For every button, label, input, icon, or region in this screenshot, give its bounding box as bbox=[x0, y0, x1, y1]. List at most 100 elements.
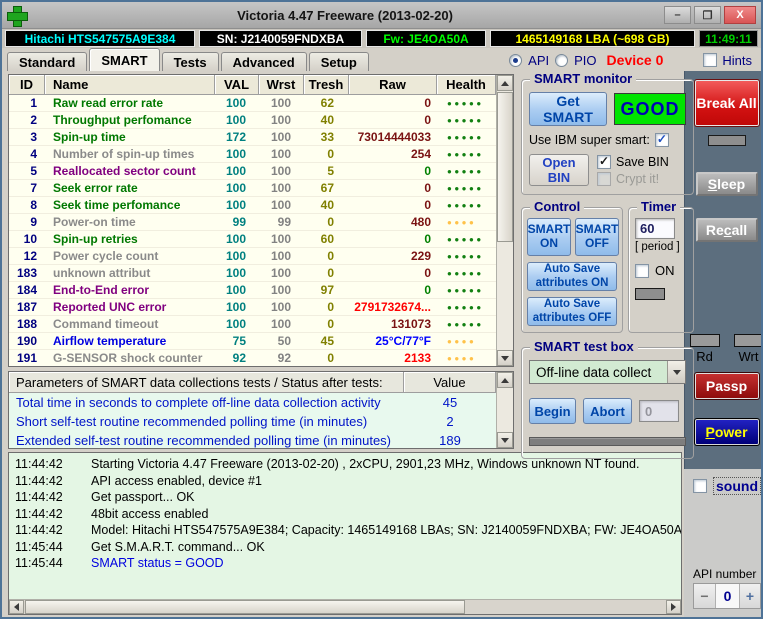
hints-checkbox[interactable] bbox=[703, 53, 718, 67]
minimize-button[interactable]: – bbox=[664, 6, 691, 24]
autosave-on-button[interactable]: Auto Save attributes ON bbox=[527, 262, 617, 291]
param-value: 45 bbox=[442, 395, 458, 410]
column-header-tresh[interactable]: Tresh bbox=[304, 75, 349, 95]
close-button[interactable]: X bbox=[724, 6, 756, 24]
api-number-increment-button[interactable]: + bbox=[739, 584, 760, 608]
smart-table-row[interactable]: 4 Number of spin-up times 100 100 0 254 … bbox=[9, 146, 496, 163]
title-bar[interactable]: Victoria 4.47 Freeware (2013-02-20) – ❐ … bbox=[2, 2, 761, 29]
cell-health-dots: ●●●●● bbox=[447, 166, 484, 176]
smart-table-row[interactable]: 188 Command timeout 100 100 0 131073 ●●●… bbox=[9, 316, 496, 333]
write-indicator bbox=[733, 334, 761, 347]
log-horizontal-scrollbar[interactable] bbox=[9, 599, 681, 614]
cell-raw: 0 bbox=[424, 232, 431, 246]
smart-table-row[interactable]: 2 Throughput perfomance 100 100 40 0 ●●●… bbox=[9, 112, 496, 129]
column-header-wrst[interactable]: Wrst bbox=[259, 75, 304, 95]
smart-table-row[interactable]: 187 Reported UNC error 100 100 0 2791732… bbox=[9, 299, 496, 316]
autosave-off-button[interactable]: Auto Save attributes OFF bbox=[527, 297, 617, 326]
smart-table-row[interactable]: 7 Seek error rate 100 100 67 0 ●●●●● bbox=[9, 180, 496, 197]
scroll-left-icon bbox=[14, 603, 19, 611]
cell-tresh: 0 bbox=[327, 249, 334, 263]
tab-setup[interactable]: Setup bbox=[308, 52, 369, 71]
power-button[interactable]: Power bbox=[693, 418, 760, 446]
smart-off-button[interactable]: SMART OFF bbox=[575, 218, 619, 256]
column-header-id[interactable]: ID bbox=[9, 75, 45, 95]
drive-firmware: Fw: JE4OA50A bbox=[366, 30, 486, 47]
scroll-right-button[interactable] bbox=[666, 600, 681, 614]
scroll-down-button[interactable] bbox=[497, 350, 513, 366]
cell-wrst: 100 bbox=[270, 266, 291, 280]
cell-raw: 0 bbox=[424, 266, 431, 280]
cell-val: 99 bbox=[232, 215, 246, 229]
sound-checkbox[interactable] bbox=[693, 479, 707, 493]
scroll-down-button[interactable] bbox=[497, 432, 513, 448]
smart-table-row[interactable]: 5 Reallocated sector count 100 100 5 0 ●… bbox=[9, 163, 496, 180]
cell-val: 100 bbox=[225, 198, 246, 212]
tab-standard[interactable]: Standard bbox=[7, 52, 88, 71]
log-time: 11:45:44 bbox=[15, 539, 63, 554]
cell-wrst: 100 bbox=[270, 232, 291, 246]
get-smart-button[interactable]: Get SMART bbox=[529, 92, 607, 126]
use-ibm-checkbox[interactable] bbox=[654, 133, 669, 147]
cell-name: Spin-up time bbox=[53, 130, 126, 144]
smart-table-row[interactable]: 10 Spin-up retries 100 100 60 0 ●●●●● bbox=[9, 231, 496, 248]
scroll-thumb[interactable] bbox=[497, 92, 513, 242]
cell-id: 188 bbox=[16, 317, 37, 331]
test-counter-field[interactable]: 0 bbox=[639, 400, 679, 422]
recall-button[interactable]: Recall bbox=[695, 218, 758, 242]
smart-table-row[interactable]: 191 G-SENSOR shock counter 92 92 0 2133 … bbox=[9, 350, 496, 366]
cell-raw: 0 bbox=[424, 181, 431, 195]
smart-table-row[interactable]: 184 End-to-End error 100 100 97 0 ●●●●● bbox=[9, 282, 496, 299]
dropdown-button[interactable] bbox=[667, 361, 685, 383]
params-header-label[interactable]: Parameters of SMART data collections tes… bbox=[9, 372, 404, 393]
smart-table-row[interactable]: 190 Airflow temperature 75 50 45 25°C/77… bbox=[9, 333, 496, 350]
hints-label: Hints bbox=[722, 52, 752, 68]
sleep-button[interactable]: Sleep bbox=[695, 172, 758, 196]
scroll-up-button[interactable] bbox=[497, 372, 513, 388]
column-header-raw[interactable]: Raw bbox=[349, 75, 437, 95]
params-table-row[interactable]: Total time in seconds to complete off-li… bbox=[9, 393, 496, 412]
cell-id: 184 bbox=[16, 283, 37, 297]
begin-button[interactable]: Begin bbox=[529, 398, 576, 424]
smart-table-row[interactable]: 9 Power-on time 99 99 0 480 ●●●● bbox=[9, 214, 496, 231]
tab-smart[interactable]: SMART bbox=[89, 48, 160, 71]
tab-bar: Standard SMART Tests Advanced Setup API … bbox=[2, 48, 761, 71]
column-header-val[interactable]: VAL bbox=[215, 75, 259, 95]
scroll-left-button[interactable] bbox=[9, 600, 24, 614]
log-time: 11:45:44 bbox=[15, 556, 63, 571]
maximize-button[interactable]: ❐ bbox=[694, 6, 721, 24]
params-header-value[interactable]: Value bbox=[404, 372, 496, 393]
smart-table-row[interactable]: 12 Power cycle count 100 100 0 229 ●●●●● bbox=[9, 248, 496, 265]
params-table-row[interactable]: Short self-test routine recommended poll… bbox=[9, 412, 496, 431]
pio-radio[interactable] bbox=[555, 53, 569, 67]
open-bin-button[interactable]: Open BIN bbox=[529, 154, 589, 186]
crypt-it-checkbox[interactable] bbox=[597, 171, 611, 186]
smart-on-button[interactable]: SMART ON bbox=[527, 218, 571, 256]
test-type-dropdown[interactable]: Off-line data collect bbox=[529, 360, 686, 384]
timer-period-input[interactable] bbox=[635, 218, 675, 239]
timer-on-checkbox[interactable] bbox=[635, 263, 649, 278]
abort-button[interactable]: Abort bbox=[583, 398, 632, 424]
smart-table-row[interactable]: 1 Raw read error rate 100 100 62 0 ●●●●● bbox=[9, 95, 496, 112]
cell-name: Spin-up retries bbox=[53, 232, 138, 246]
log-time: 11:44:42 bbox=[15, 473, 63, 488]
log-text: Model: Hitachi HTS547575A9E384; Capacity… bbox=[91, 523, 681, 538]
column-header-health[interactable]: Health bbox=[437, 75, 496, 95]
scroll-up-button[interactable] bbox=[497, 75, 513, 91]
api-radio[interactable] bbox=[509, 53, 523, 67]
smart-table-row[interactable]: 3 Spin-up time 172 100 33 73014444033 ●●… bbox=[9, 129, 496, 146]
api-number-decrement-button[interactable]: − bbox=[694, 584, 715, 608]
cell-id: 190 bbox=[16, 334, 37, 348]
smart-table-scrollbar[interactable] bbox=[496, 75, 513, 366]
column-header-name[interactable]: Name bbox=[45, 75, 215, 95]
tab-tests[interactable]: Tests bbox=[161, 52, 219, 71]
break-all-button[interactable]: Break All bbox=[693, 79, 760, 127]
params-table-row[interactable]: Extended self-test routine recommended p… bbox=[9, 431, 496, 448]
tab-advanced[interactable]: Advanced bbox=[220, 52, 307, 71]
smart-table-row[interactable]: 8 Seek time perfomance 100 100 40 0 ●●●●… bbox=[9, 197, 496, 214]
passport-button[interactable]: Passp bbox=[693, 372, 760, 400]
scroll-thumb[interactable] bbox=[25, 600, 465, 614]
smart-table-row[interactable]: 183 unknown attribut 100 100 0 0 ●●●●● bbox=[9, 265, 496, 282]
params-table-scrollbar[interactable] bbox=[496, 372, 513, 448]
save-bin-checkbox[interactable] bbox=[597, 154, 611, 169]
drive-serial: SN: J2140059FNDXBA bbox=[199, 30, 362, 47]
